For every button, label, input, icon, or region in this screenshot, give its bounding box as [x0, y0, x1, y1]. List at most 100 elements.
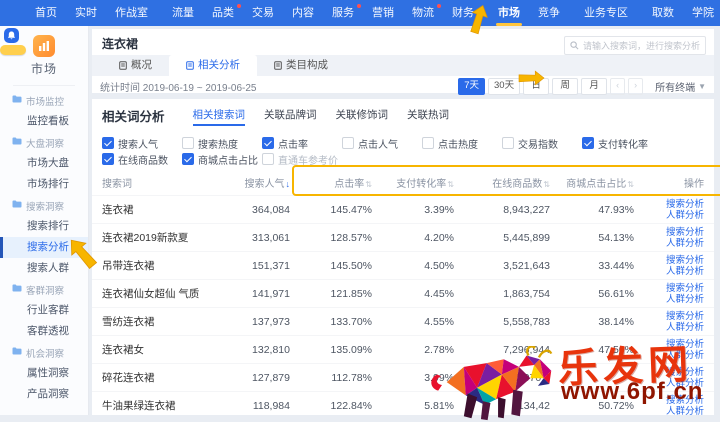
action-link-search-analysis[interactable]: 搜索分析	[634, 395, 704, 406]
metric-checkbox-搜索人气[interactable]: 搜索人气	[102, 136, 182, 151]
sort-toggle-icon[interactable]: ⇅	[447, 180, 454, 189]
checkbox-icon[interactable]	[262, 153, 274, 165]
checkbox-icon[interactable]	[342, 137, 354, 149]
sidebar-item-0-0[interactable]: 监控看板	[0, 111, 88, 132]
nav-item-label: 财务	[452, 7, 474, 19]
nav-item-market-active[interactable]: 市场	[489, 0, 529, 26]
assistant-widget[interactable]	[2, 28, 28, 55]
search-input[interactable]: 请输入搜索词，进行搜索分析	[564, 36, 706, 55]
range-button-1[interactable]: 30天	[488, 78, 520, 95]
sub-tab-2[interactable]: 关联修饰词	[336, 107, 389, 125]
notification-dot-icon	[237, 4, 241, 8]
cell-click_rate: 145.50%	[290, 260, 372, 272]
action-link-search-analysis[interactable]: 搜索分析	[634, 339, 704, 350]
prev-page-button[interactable]: ‹	[610, 78, 625, 95]
nav-item-13[interactable]: 业务专区	[575, 0, 637, 26]
action-link-crowd-analysis[interactable]: 人群分析	[634, 378, 704, 389]
action-link-search-analysis[interactable]: 搜索分析	[634, 227, 704, 238]
tab-1[interactable]: 相关分析	[169, 55, 257, 76]
nav-item-3[interactable]: 流量	[163, 0, 203, 26]
nav-item-1[interactable]: 实时	[66, 0, 106, 26]
action-link-crowd-analysis[interactable]: 人群分析	[634, 322, 704, 333]
action-link-search-analysis[interactable]: 搜索分析	[634, 255, 704, 266]
action-link-crowd-analysis[interactable]: 人群分析	[634, 210, 704, 221]
checkbox-icon[interactable]	[422, 137, 434, 149]
nav-item-8[interactable]: 营销	[363, 0, 403, 26]
cell-keyword: 碎花连衣裙	[102, 370, 202, 385]
metric-label: 直通车参考价	[278, 152, 338, 167]
nav-item-9[interactable]: 物流	[403, 0, 443, 26]
cell-keyword: 吊带连衣裙	[102, 258, 202, 273]
sub-tab-3[interactable]: 关联热词	[407, 107, 449, 125]
nav-item-5[interactable]: 交易	[243, 0, 283, 26]
cell-click_rate: 112.78%	[290, 372, 372, 384]
range-button-4[interactable]: 月	[581, 78, 607, 95]
action-link-search-analysis[interactable]: 搜索分析	[634, 311, 704, 322]
action-link-crowd-analysis[interactable]: 人群分析	[634, 294, 704, 305]
sidebar-item-2-2[interactable]: 搜索人群	[0, 258, 88, 279]
sub-tab-1[interactable]: 关联品牌词	[264, 107, 317, 125]
tab-2[interactable]: 类目构成	[257, 55, 345, 76]
action-link-crowd-analysis[interactable]: 人群分析	[634, 238, 704, 249]
checkbox-icon[interactable]	[582, 137, 594, 149]
metric-checkbox-点击率[interactable]: 点击率	[262, 136, 342, 151]
nav-item-7[interactable]: 服务	[323, 0, 363, 26]
tab-0[interactable]: 概况	[102, 55, 169, 76]
row-actions: 搜索分析人群分析	[634, 283, 704, 305]
checkbox-icon[interactable]	[182, 153, 194, 165]
action-link-crowd-analysis[interactable]: 人群分析	[634, 266, 704, 277]
checkbox-icon[interactable]	[102, 153, 114, 165]
sidebar-item-1-0[interactable]: 市场大盘	[0, 153, 88, 174]
range-button-0[interactable]: 7天	[458, 78, 485, 95]
range-button-3[interactable]: 周	[552, 78, 578, 95]
metric-checkbox-商城点击占比[interactable]: 商城点击占比	[182, 152, 262, 167]
nav-item-0[interactable]: 首页	[26, 0, 66, 26]
sidebar-item-4-0[interactable]: 属性洞察	[0, 363, 88, 384]
sort-toggle-icon[interactable]: ⇅	[365, 180, 372, 189]
sub-tab-0[interactable]: 相关搜索词	[193, 107, 246, 125]
sidebar-item-3-0[interactable]: 行业客群	[0, 300, 88, 321]
sidebar-item-search-analysis-active[interactable]: 搜索分析	[0, 237, 88, 258]
metric-checkbox-支付转化率[interactable]: 支付转化率	[582, 136, 662, 151]
checkbox-icon[interactable]	[502, 137, 514, 149]
action-link-crowd-analysis[interactable]: 人群分析	[634, 350, 704, 361]
checkbox-icon[interactable]	[262, 137, 274, 149]
sidebar-item-4-1[interactable]: 产品洞察	[0, 384, 88, 405]
action-link-search-analysis[interactable]: 搜索分析	[634, 367, 704, 378]
metric-checkbox-点击热度[interactable]: 点击热度	[422, 136, 502, 151]
next-page-button[interactable]: ›	[628, 78, 643, 95]
cell-search_pop: 118,984	[202, 400, 290, 412]
nav-item-6[interactable]: 内容	[283, 0, 323, 26]
metric-checkbox-搜索热度[interactable]: 搜索热度	[182, 136, 262, 151]
metric-checkbox-点击人气[interactable]: 点击人气	[342, 136, 422, 151]
cell-search_pop: 313,061	[202, 232, 290, 244]
sidebar-item-3-1[interactable]: 客群透视	[0, 321, 88, 342]
notification-bell-icon[interactable]	[4, 28, 19, 43]
terminal-filter-dropdown[interactable]: 所有终端 ▼	[655, 79, 706, 94]
sidebar-item-1-1[interactable]: 市场排行	[0, 174, 88, 195]
checkbox-icon[interactable]	[102, 137, 114, 149]
column-header-0: 搜索词	[102, 175, 202, 190]
cell-search_pop: 137,973	[202, 316, 290, 328]
action-link-search-analysis[interactable]: 搜索分析	[634, 199, 704, 210]
nav-item-12[interactable]: 竞争	[529, 0, 569, 26]
nav-item-14[interactable]: 取数	[643, 0, 683, 26]
cell-mall_click: 56.61%	[550, 288, 634, 300]
range-button-2[interactable]: 日	[523, 78, 549, 95]
related-word-card: 相关词分析 相关搜索词关联品牌词关联修饰词关联热词 搜索人气搜索热度点击率点击人…	[92, 99, 714, 415]
sidebar-group-label: 客群洞察	[26, 283, 64, 297]
nav-item-4[interactable]: 品类	[203, 0, 243, 26]
nav-item-2[interactable]: 作战室	[106, 0, 157, 26]
sidebar-item-2-0[interactable]: 搜索排行	[0, 216, 88, 237]
nav-item-10[interactable]: 财务	[443, 0, 483, 26]
metric-checkbox-交易指数[interactable]: 交易指数	[502, 136, 582, 151]
cell-keyword: 连衣裙2019新款夏	[102, 230, 202, 245]
metric-checkbox-直通车参考价[interactable]: 直通车参考价	[262, 152, 342, 167]
sort-toggle-icon[interactable]: ⇅	[543, 180, 550, 189]
action-link-search-analysis[interactable]: 搜索分析	[634, 283, 704, 294]
metric-checkbox-在线商品数[interactable]: 在线商品数	[102, 152, 182, 167]
sort-toggle-icon[interactable]: ⇅	[627, 180, 634, 189]
checkbox-icon[interactable]	[182, 137, 194, 149]
nav-item-15[interactable]: 学院	[683, 0, 720, 26]
row-actions: 搜索分析人群分析	[634, 311, 704, 333]
